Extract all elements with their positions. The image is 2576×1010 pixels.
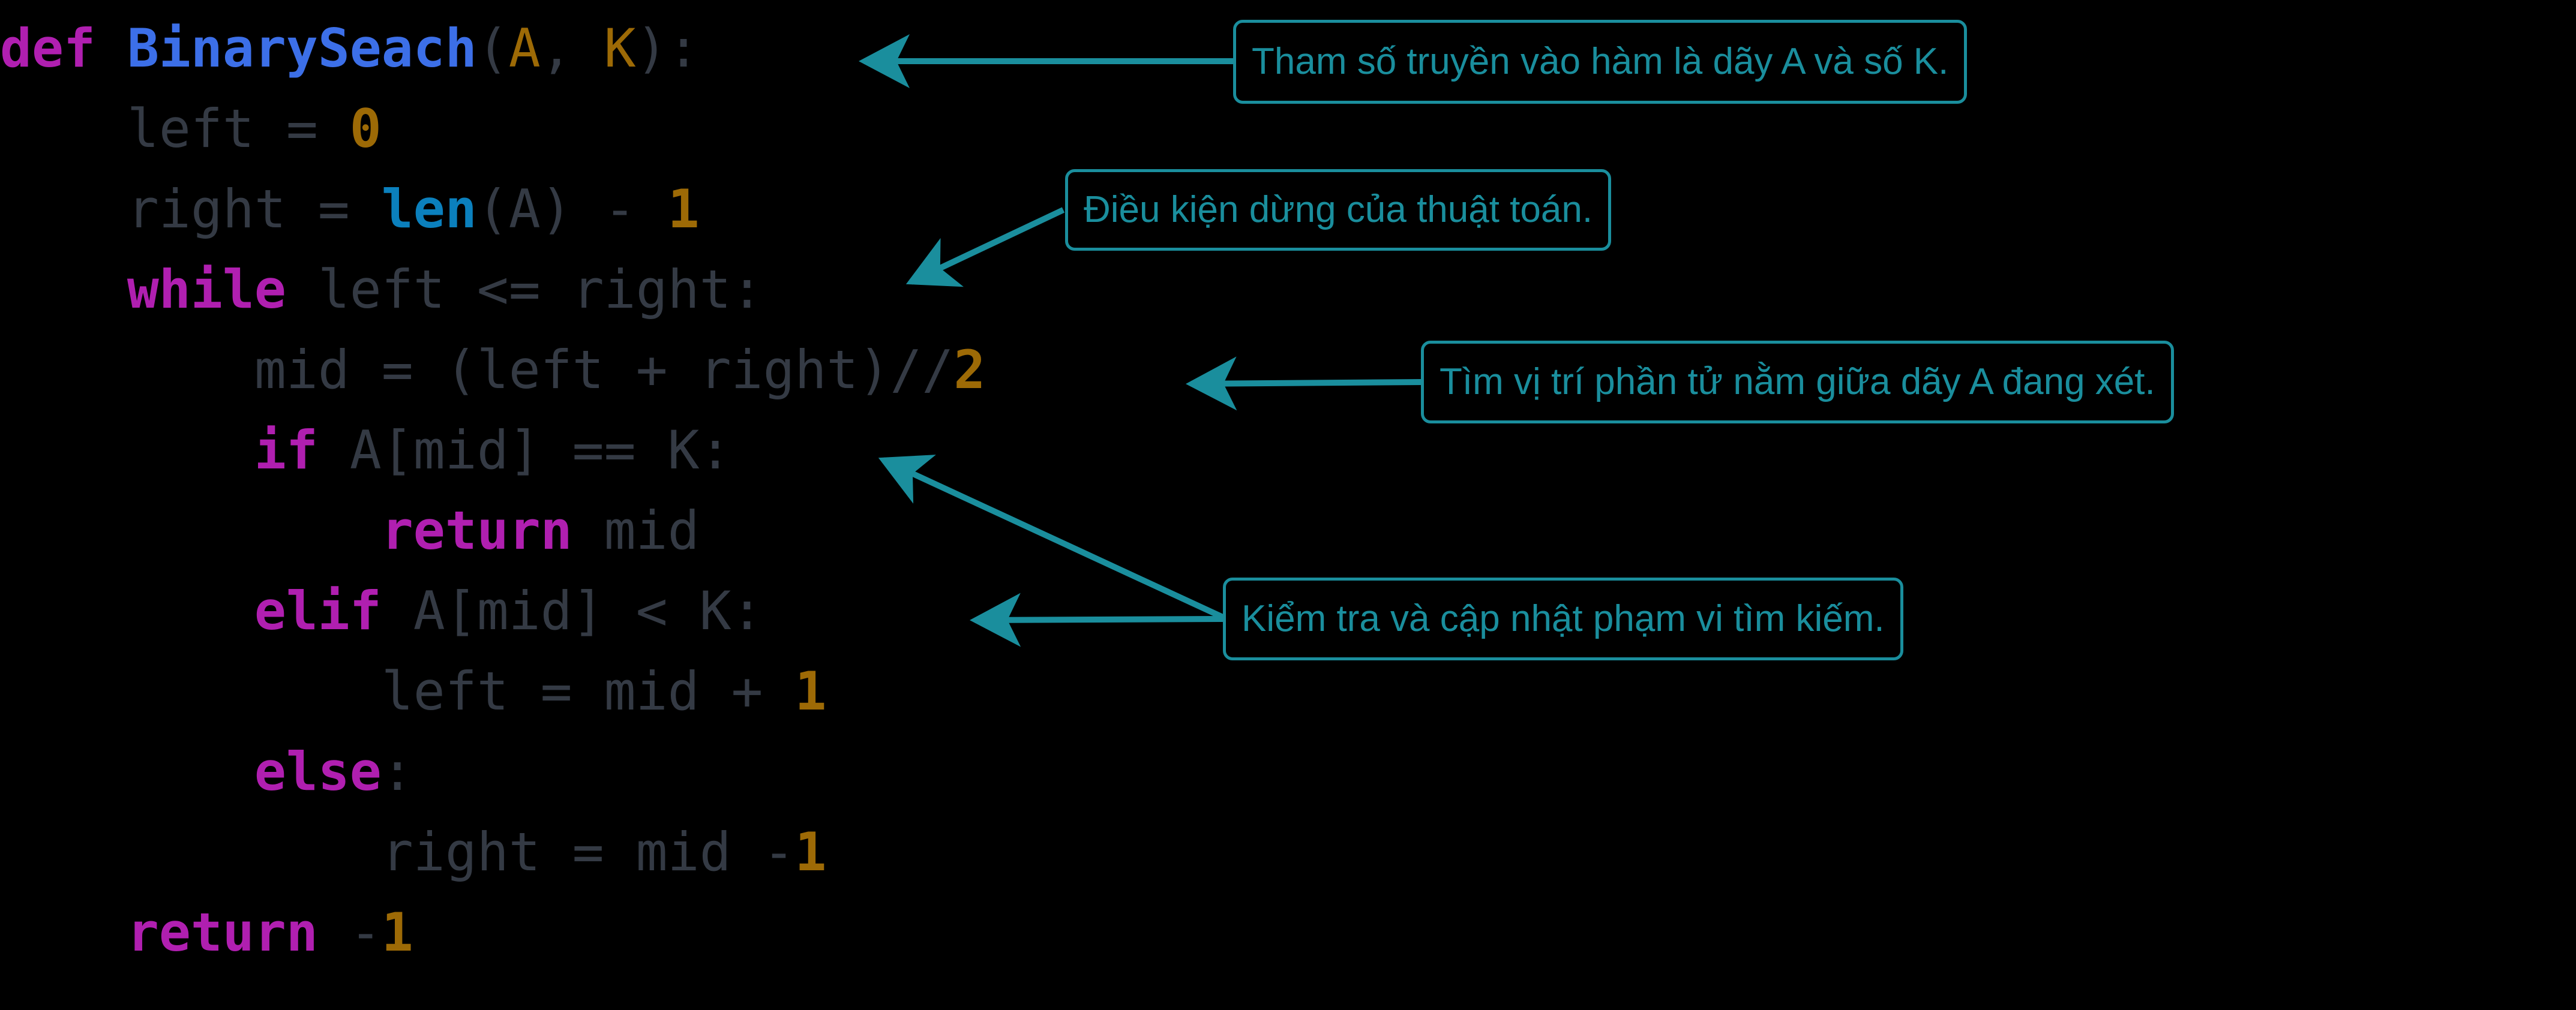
code-token-pun [0,821,382,883]
code-token-id: left = mid + [381,660,795,722]
code-line: left = 0 [0,89,1320,169]
code-line: while left <= right: [0,250,1320,330]
code-annotation-canvas: def BinarySeach(A, K): left = 0 right = … [0,0,2576,1010]
code-line: else: [0,732,1320,812]
code-token-op: - [317,901,382,963]
code-token-id: right [127,178,286,240]
code-token-pun: : [381,741,413,802]
code-line: def BinarySeach(A, K): [0,8,1320,89]
annotation-params-label: Tham số truyền vào hàm là dãy A và số K. [1252,41,1949,83]
code-token-id: mid = (left + right)// [254,339,954,401]
code-token-num: 1 [381,901,413,963]
code-line: mid = (left + right)//2 [0,330,1320,410]
code-token-pun [95,17,127,79]
code-token-id: A[mid] == K: [349,419,731,481]
code-token-pun [572,500,604,561]
code-token-num: 2 [953,339,986,401]
code-line: return mid [0,491,1320,571]
code-line: elif A[mid] < K: [0,571,1320,651]
code-token-pun: , [540,17,604,79]
code-token-id: left [127,98,254,160]
annotation-params: Tham số truyền vào hàm là dãy A và số K. [1233,20,1968,104]
code-line: if A[mid] == K: [0,410,1320,491]
code-token-op: = [254,98,350,160]
code-token-pun [0,419,254,481]
code-token-pun: ( [476,17,509,79]
code-token-num: 0 [349,98,382,160]
code-token-pun [0,741,254,802]
code-token-op: = [286,178,382,240]
annotation-update-range: Kiểm tra và cập nhật phạm vi tìm kiếm. [1223,578,1903,660]
code-token-kw: while [127,258,286,320]
annotation-midpoint-label: Tìm vị trí phần tử nằm giữa dãy A đang x… [1440,361,2155,403]
code-token-pun [0,901,127,963]
code-token-id: left <= right: [317,258,763,320]
code-token-bi: len [381,178,477,240]
code-token-id: right = mid - [381,821,795,883]
code-token-pun [382,580,413,642]
code-token-kw: else [254,741,382,802]
code-line: left = mid + 1 [0,651,1320,732]
annotation-midpoint: Tìm vị trí phần tử nằm giữa dãy A đang x… [1421,341,2174,423]
code-token-kw: elif [254,580,382,642]
code-line: right = mid -1 [0,812,1320,892]
code-token-pun [0,580,254,642]
annotation-stop-condition-label: Điều kiện dừng của thuật toán. [1084,189,1593,231]
code-token-num: 1 [794,821,827,883]
code-token-fn: BinarySeach [127,17,477,79]
code-token-num: 1 [667,178,700,240]
code-token-pun [0,178,127,240]
code-token-par: A [508,17,541,79]
code-token-par: K [604,17,636,79]
code-token-id: A[mid] < K: [413,580,763,642]
code-token-kw: return [381,500,572,561]
code-token-pun [0,339,254,401]
code-token-pun [286,258,318,320]
code-token-id: mid [604,500,700,561]
code-token-pun [0,258,127,320]
code-token-pun [0,98,127,160]
code-line: return -1 [0,892,1320,973]
annotation-stop-condition: Điều kiện dừng của thuật toán. [1065,169,1612,251]
code-token-kw: def [0,17,95,79]
code-token-pun: ): [635,17,700,79]
code-token-num: 1 [794,660,827,722]
code-token-pun: (A) - [476,178,668,240]
code-block: def BinarySeach(A, K): left = 0 right = … [0,0,1320,973]
code-token-kw: return [127,901,318,963]
annotation-update-range-label: Kiểm tra và cập nhật phạm vi tìm kiếm. [1241,598,1885,640]
code-token-pun [318,419,350,481]
code-token-pun [0,660,382,722]
code-token-pun [0,500,382,561]
code-token-kw: if [254,419,318,481]
